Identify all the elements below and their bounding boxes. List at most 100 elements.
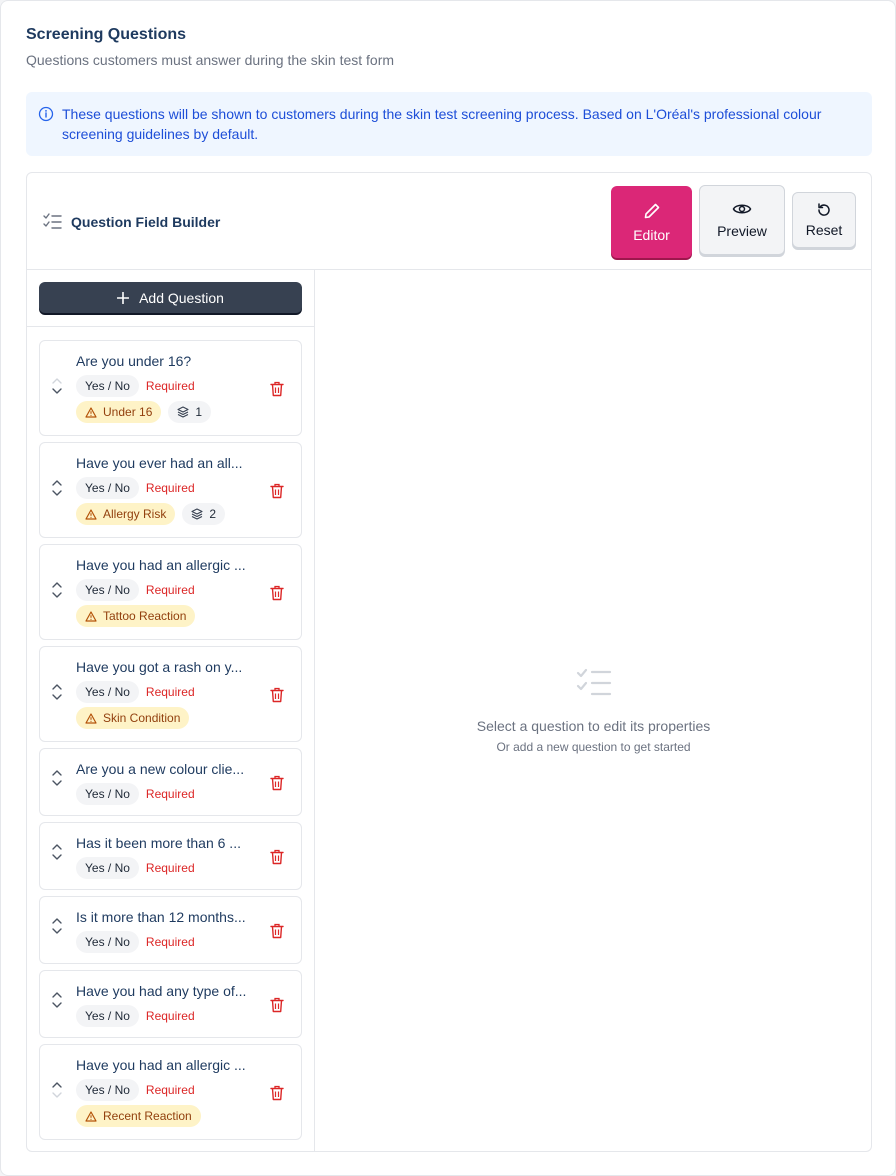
layers-icon: [191, 508, 203, 520]
risk-tag-label: Tattoo Reaction: [103, 609, 187, 623]
delete-question-button[interactable]: [270, 585, 284, 601]
chevron-down-icon[interactable]: [52, 854, 62, 860]
add-question-button[interactable]: Add Question: [39, 282, 302, 313]
question-card[interactable]: Have you ever had an all... Yes / No Requi…: [39, 442, 302, 538]
question-meta: Yes / No Required: [76, 1079, 195, 1101]
trash-icon: [270, 585, 284, 601]
chevron-up-icon[interactable]: [52, 480, 62, 486]
reset-label: Reset: [805, 222, 843, 238]
add-question-wrap: Add Question: [27, 270, 314, 327]
chevron-up-icon[interactable]: [52, 582, 62, 588]
delete-question-button[interactable]: [270, 775, 284, 791]
delete-question-button[interactable]: [270, 923, 284, 939]
question-type-chip: Yes / No: [76, 375, 139, 397]
warning-icon: [85, 406, 97, 418]
risk-tag-label: Skin Condition: [103, 711, 181, 725]
question-badges: Under 16 1: [76, 401, 212, 423]
delete-question-button[interactable]: [270, 687, 284, 703]
question-card[interactable]: Has it been more than 6 ... Yes / No Requi…: [39, 822, 302, 890]
question-type-chip: Yes / No: [76, 783, 139, 805]
checklist-icon: [43, 213, 62, 229]
question-text: Has it been more than 6 ...: [76, 835, 241, 851]
info-icon: [38, 106, 54, 122]
warning-icon: [85, 508, 97, 520]
question-meta: Yes / No Required: [76, 477, 195, 499]
trash-icon: [270, 687, 284, 703]
warning-icon: [85, 610, 97, 622]
chevron-down-icon[interactable]: [52, 694, 62, 700]
chevron-down-icon[interactable]: [52, 1002, 62, 1008]
question-card[interactable]: Have you got a rash on y... Yes / No Requi…: [39, 646, 302, 742]
question-type-chip: Yes / No: [76, 1005, 139, 1027]
question-meta: Yes / No Required: [76, 681, 195, 703]
trash-icon: [270, 997, 284, 1013]
warning-icon: [85, 1110, 97, 1122]
trash-icon: [270, 1085, 284, 1101]
reset-button[interactable]: Reset: [792, 192, 856, 248]
question-text: Is it more than 12 months...: [76, 909, 246, 925]
trash-icon: [270, 923, 284, 939]
chevron-up-icon[interactable]: [52, 684, 62, 690]
chevron-down-icon[interactable]: [52, 780, 62, 786]
question-card[interactable]: Have you had any type of... Yes / No Requi…: [39, 970, 302, 1038]
question-card[interactable]: Have you had an allergic ... Yes / No Requ…: [39, 1044, 302, 1140]
question-type-chip: Yes / No: [76, 1079, 139, 1101]
chevron-up-icon[interactable]: [52, 378, 62, 384]
risk-tag: Recent Reaction: [76, 1105, 201, 1127]
delete-question-button[interactable]: [270, 381, 284, 397]
question-card[interactable]: Are you under 16? Yes / No Required Under 1…: [39, 340, 302, 436]
question-card[interactable]: Is it more than 12 months... Yes / No Requ…: [39, 896, 302, 964]
question-badges: Tattoo Reaction: [76, 605, 196, 627]
question-text: Are you under 16?: [76, 353, 192, 369]
chevron-down-icon[interactable]: [52, 490, 62, 496]
trash-icon: [270, 483, 284, 499]
question-meta: Yes / No Required: [76, 1005, 195, 1027]
question-type-chip: Yes / No: [76, 477, 139, 499]
empty-state-subtitle: Or add a new question to get started: [496, 739, 691, 754]
chevron-down-icon[interactable]: [52, 928, 62, 934]
risk-tag-label: Allergy Risk: [103, 507, 167, 521]
required-label: Required: [145, 1009, 195, 1023]
checklist-placeholder-icon: [576, 668, 611, 695]
question-type-chip: Yes / No: [76, 681, 139, 703]
question-field-builder: Question Field Builder Editor Preview Re…: [26, 172, 872, 1152]
chevron-down-icon[interactable]: [52, 1092, 62, 1098]
required-label: Required: [145, 935, 195, 949]
risk-tag-label: Under 16: [103, 405, 153, 419]
question-text: Have you got a rash on y...: [76, 659, 243, 675]
page-subtitle: Questions customers must answer during t…: [26, 52, 395, 68]
chevron-up-icon[interactable]: [52, 770, 62, 776]
delete-question-button[interactable]: [270, 483, 284, 499]
question-card[interactable]: Are you a new colour clie... Yes / No Requ…: [39, 748, 302, 816]
question-meta: Yes / No Required: [76, 931, 195, 953]
reorder-controls: [52, 480, 62, 496]
question-badges: Allergy Risk 2: [76, 503, 226, 525]
question-text: Have you had an allergic ...: [76, 1057, 246, 1073]
required-label: Required: [145, 379, 195, 393]
question-meta: Yes / No Required: [76, 783, 195, 805]
chevron-up-icon[interactable]: [52, 992, 62, 998]
chevron-down-icon[interactable]: [52, 388, 62, 394]
delete-question-button[interactable]: [270, 849, 284, 865]
required-label: Required: [145, 861, 195, 875]
required-label: Required: [145, 583, 195, 597]
question-card[interactable]: Have you had an allergic ... Yes / No Requ…: [39, 544, 302, 640]
chevron-down-icon[interactable]: [52, 592, 62, 598]
preview-button[interactable]: Preview: [699, 185, 785, 255]
question-meta: Yes / No Required: [76, 579, 195, 601]
editor-empty-state: Select a question to edit its properties…: [316, 270, 871, 1151]
chevron-up-icon[interactable]: [52, 918, 62, 924]
question-list-panel: Add Question Are you under 16? Yes / No Re…: [27, 270, 315, 1151]
question-type-chip: Yes / No: [76, 857, 139, 879]
reorder-controls: [52, 992, 62, 1008]
delete-question-button[interactable]: [270, 1085, 284, 1101]
chevron-up-icon[interactable]: [52, 844, 62, 850]
eye-icon: [732, 204, 752, 214]
question-type-chip: Yes / No: [76, 579, 139, 601]
required-label: Required: [145, 481, 195, 495]
chevron-up-icon[interactable]: [52, 1082, 62, 1088]
question-type-chip: Yes / No: [76, 931, 139, 953]
editor-button[interactable]: Editor: [611, 186, 692, 258]
reorder-controls: [52, 582, 62, 598]
delete-question-button[interactable]: [270, 997, 284, 1013]
